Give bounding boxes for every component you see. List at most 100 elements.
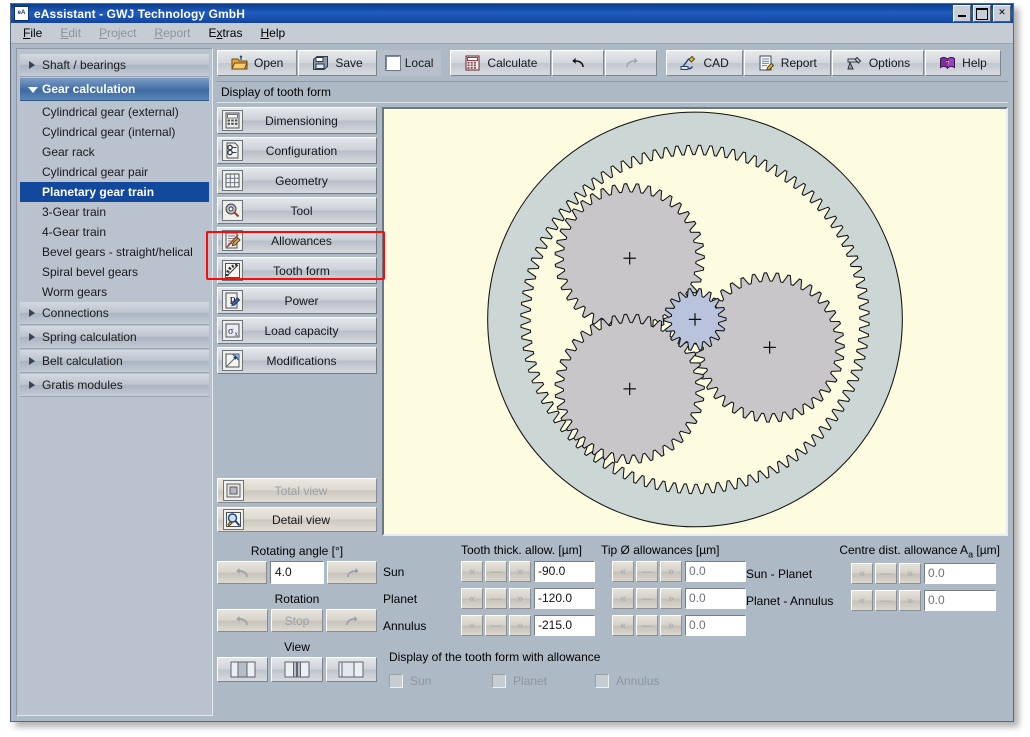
local-checkbox[interactable]: Local — [378, 50, 442, 76]
sidebar-item-bevel-gears[interactable]: Bevel gears - straight/helical — [20, 242, 209, 262]
sidebar-item-4-gear-train[interactable]: 4-Gear train — [20, 222, 209, 242]
tab-geometry[interactable]: Geometry — [217, 167, 377, 194]
view-left-button[interactable] — [217, 657, 268, 682]
tab-power[interactable]: P Power — [217, 287, 377, 314]
menu-help[interactable]: Help — [260, 26, 285, 40]
sidebar-item-cylindrical-gear-internal[interactable]: Cylindrical gear (internal) — [20, 122, 209, 142]
checkbox-annulus[interactable]: Annulus — [595, 674, 698, 688]
sidebar-item-spiral-bevel-gears[interactable]: Spiral bevel gears — [20, 262, 209, 282]
sidebar-group-gear-calculation[interactable]: Gear calculation — [20, 78, 209, 101]
sidebar-group-spring-calculation[interactable]: Spring calculation — [20, 326, 209, 349]
view-split-button[interactable] — [271, 657, 322, 682]
close-button[interactable]: ✕ — [993, 5, 1011, 22]
tip-diameter-spinner-planet[interactable]: « — » — [612, 588, 682, 609]
tip-diameter-spinner-annulus[interactable]: « — » — [612, 615, 682, 636]
tab-allowances[interactable]: Allowances — [217, 227, 377, 254]
tip-diameter-input-annulus[interactable]: 0.0 — [685, 615, 746, 636]
spinner-prev-icon[interactable]: « — [461, 561, 483, 582]
spinner-minus-icon[interactable]: — — [636, 561, 658, 582]
checkbox-sun[interactable]: Sun — [389, 674, 492, 688]
menu-file[interactable]: File — [23, 26, 42, 40]
sidebar-item-3-gear-train[interactable]: 3-Gear train — [20, 202, 209, 222]
tooth-thickness-input-annulus[interactable]: -215.0 — [534, 615, 595, 636]
spinner-prev-icon[interactable]: « — [851, 590, 873, 611]
total-view-button[interactable]: Total view — [217, 478, 377, 503]
spinner-prev-icon[interactable]: « — [612, 615, 634, 636]
tab-configuration[interactable]: Configuration — [217, 137, 377, 164]
tab-dimensioning[interactable]: Dimensioning — [217, 107, 377, 134]
save-button[interactable]: Save — [298, 50, 376, 76]
menu-report[interactable]: Report — [154, 26, 190, 40]
tooth-thickness-spinner-sun[interactable]: « — » — [461, 561, 531, 582]
detail-view-button[interactable]: Detail view — [217, 507, 377, 532]
sidebar-group-connections[interactable]: Connections — [20, 302, 209, 325]
centre-distance-input-planet-annulus[interactable]: 0.0 — [924, 590, 996, 611]
menu-extras[interactable]: Extras — [208, 26, 242, 40]
tooth-thickness-input-planet[interactable]: -120.0 — [534, 588, 595, 609]
report-button[interactable]: Report — [744, 50, 831, 76]
spinner-next-icon[interactable]: » — [899, 590, 921, 611]
spinner-minus-icon[interactable]: — — [875, 563, 897, 584]
spinner-minus-icon[interactable]: — — [636, 615, 658, 636]
undo-button[interactable] — [552, 50, 604, 76]
spinner-minus-icon[interactable]: — — [875, 590, 897, 611]
checkbox-planet[interactable]: Planet — [492, 674, 595, 688]
menu-project[interactable]: Project — [99, 26, 136, 40]
minimize-button[interactable] — [953, 5, 971, 22]
tab-tool[interactable]: Tool — [217, 197, 377, 224]
spinner-next-icon[interactable]: » — [509, 615, 531, 636]
sidebar-group-shaft-bearings[interactable]: Shaft / bearings — [20, 54, 209, 77]
sidebar-item-gear-rack[interactable]: Gear rack — [20, 142, 209, 162]
tab-tooth-form[interactable]: Tooth form — [217, 257, 377, 284]
spinner-minus-icon[interactable]: — — [485, 561, 507, 582]
spinner-next-icon[interactable]: » — [660, 561, 682, 582]
tooth-thickness-spinner-planet[interactable]: « — » — [461, 588, 531, 609]
spinner-prev-icon[interactable]: « — [461, 615, 483, 636]
svg-text:σ: σ — [228, 326, 234, 337]
open-button[interactable]: Open — [217, 50, 297, 76]
spinner-minus-icon[interactable]: — — [485, 588, 507, 609]
spinner-minus-icon[interactable]: — — [485, 615, 507, 636]
spinner-prev-icon[interactable]: « — [461, 588, 483, 609]
sidebar-group-belt-calculation[interactable]: Belt calculation — [20, 350, 209, 373]
tip-diameter-input-planet[interactable]: 0.0 — [685, 588, 746, 609]
tooth-thickness-input-sun[interactable]: -90.0 — [534, 561, 595, 582]
sidebar-item-planetary-gear-train[interactable]: Planetary gear train — [20, 182, 209, 202]
sidebar-item-worm-gears[interactable]: Worm gears — [20, 282, 209, 302]
centre-distance-spinner-planet-annulus[interactable]: « — » — [851, 590, 921, 611]
spinner-next-icon[interactable]: » — [509, 588, 531, 609]
tooth-thickness-spinner-annulus[interactable]: « — » — [461, 615, 531, 636]
tip-diameter-input-sun[interactable]: 0.0 — [685, 561, 746, 582]
tooth-form-drawing-canvas[interactable] — [382, 107, 1008, 536]
centre-distance-spinner-sun-planet[interactable]: « — » — [851, 563, 921, 584]
help-button[interactable]: ? Help — [925, 50, 1001, 76]
calculate-button[interactable]: Calculate — [450, 50, 551, 76]
rotate-cw-button[interactable] — [327, 561, 377, 584]
rotation-stop-button[interactable]: Stop — [271, 609, 322, 632]
rotate-ccw-button[interactable] — [217, 561, 267, 584]
cad-button[interactable]: CAD — [666, 50, 742, 76]
sidebar-group-gratis-modules[interactable]: Gratis modules — [20, 374, 209, 397]
spinner-next-icon[interactable]: » — [899, 563, 921, 584]
spinner-next-icon[interactable]: » — [660, 588, 682, 609]
spinner-prev-icon[interactable]: « — [612, 588, 634, 609]
menu-edit[interactable]: Edit — [60, 26, 81, 40]
view-right-button[interactable] — [326, 657, 377, 682]
spinner-next-icon[interactable]: » — [660, 615, 682, 636]
options-button[interactable]: Options — [832, 50, 924, 76]
sidebar-item-cylindrical-gear-external[interactable]: Cylindrical gear (external) — [20, 102, 209, 122]
rotation-cw-button[interactable] — [326, 609, 377, 632]
spinner-prev-icon[interactable]: « — [612, 561, 634, 582]
tab-load-capacity[interactable]: σx Load capacity — [217, 317, 377, 344]
spinner-prev-icon[interactable]: « — [851, 563, 873, 584]
tab-modifications[interactable]: Modifications — [217, 347, 377, 374]
maximize-button[interactable] — [973, 5, 991, 22]
spinner-next-icon[interactable]: » — [509, 561, 531, 582]
centre-distance-input-sun-planet[interactable]: 0.0 — [924, 563, 996, 584]
spinner-minus-icon[interactable]: — — [636, 588, 658, 609]
tip-diameter-spinner-sun[interactable]: « — » — [612, 561, 682, 582]
sidebar-item-cylindrical-gear-pair[interactable]: Cylindrical gear pair — [20, 162, 209, 182]
rotation-ccw-button[interactable] — [217, 609, 268, 632]
rotating-angle-input[interactable]: 4.0 — [270, 561, 324, 584]
redo-button[interactable] — [605, 50, 657, 76]
